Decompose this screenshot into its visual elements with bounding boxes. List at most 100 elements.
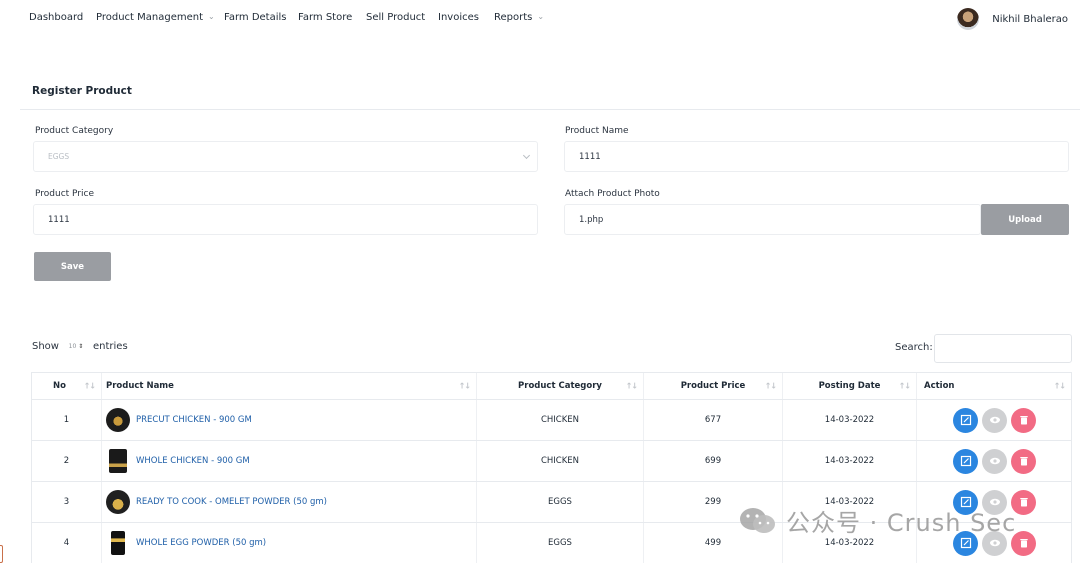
wechat-icon [740,507,775,533]
table-row: 2 WHOLE CHICKEN - 900 GM CHICKEN 699 14-… [31,441,1072,482]
th-posting-date-label: Posting Date [818,381,881,391]
product-category-label: Product Category [35,126,114,136]
cell-product-name: WHOLE EGG POWDER (50 gm) [101,523,476,563]
avatar [957,8,980,30]
edge-artifact [0,545,3,563]
nav-invoices-label: Invoices [438,12,479,23]
nav-farm-store-label: Farm Store [298,12,353,23]
top-navbar: Dashboard Product Management ⌄ Farm Detai… [0,0,1080,38]
edit-button[interactable] [953,448,978,474]
th-product-price-label: Product Price [680,381,746,391]
product-link[interactable]: WHOLE CHICKEN - 900 GM [136,456,250,466]
sort-icon: ↑↓ [625,381,638,391]
nav-dashboard-label: Dashboard [29,12,84,23]
product-name-input[interactable]: 1111 [564,141,1069,172]
delete-button[interactable] [1011,407,1036,433]
product-thumbnail [106,408,130,432]
product-price-value: 1111 [48,214,70,225]
nav-product-management[interactable]: Product Management ⌄ [96,12,215,23]
cell-category: EGGS [476,482,643,522]
product-price-label: Product Price [35,189,94,199]
nav-sell-product-label: Sell Product [366,12,426,23]
view-button[interactable] [982,448,1007,474]
cell-actions [916,400,1072,440]
nav-farm-store[interactable]: Farm Store [298,12,352,23]
cell-category: CHICKEN [476,441,643,481]
th-action-label: Action [924,381,955,391]
th-product-category-label: Product Category [518,381,602,391]
search-input[interactable] [934,334,1072,363]
edit-button[interactable] [953,407,978,433]
entries-select-value: 10 [68,342,77,350]
sort-icon: ↑↓ [458,381,471,391]
product-category-value: EGGS [48,152,70,161]
trash-icon [1019,457,1028,466]
eye-icon [989,539,1000,547]
cell-no: 2 [31,441,101,481]
product-link[interactable]: READY TO COOK - OMELET POWDER (50 gm) [136,497,327,507]
cell-product-name: WHOLE CHICKEN - 900 GM [101,441,476,481]
cell-no: 4 [31,523,101,563]
user-name: Nikhil Bhalerao [992,13,1068,25]
product-photo-label: Attach Product Photo [565,189,660,199]
cell-actions [916,441,1072,481]
save-button[interactable]: Save [34,252,111,281]
th-posting-date[interactable]: Posting Date ↑↓ [782,373,916,399]
product-category-select[interactable]: EGGS [33,141,538,172]
th-product-category[interactable]: Product Category ↑↓ [476,373,643,399]
nav-invoices[interactable]: Invoices [438,12,479,23]
trash-icon [1019,416,1028,425]
nav-sell-product[interactable]: Sell Product [366,12,425,23]
th-no-label: No [53,381,66,391]
card-title: Register Product [32,85,132,97]
upload-button[interactable]: Upload [981,204,1069,235]
cell-price: 699 [643,441,782,481]
sort-icon: ↑↓ [764,381,777,391]
watermark: 公众号 · Crush Sec [738,503,1016,538]
cell-price: 677 [643,400,782,440]
product-thumbnail [109,449,127,473]
product-name-label: Product Name [565,126,629,136]
entries-select[interactable]: 10 ⇕ [63,338,89,354]
edit-icon [960,455,971,467]
edit-icon [960,414,971,426]
show-label: Show [32,340,59,352]
cell-category: CHICKEN [476,400,643,440]
table-row: 1 PRECUT CHICKEN - 900 GM CHICKEN 677 14… [31,400,1072,441]
th-product-name[interactable]: Product Name ↑↓ [101,373,476,399]
nav-product-management-label: Product Management [96,12,204,23]
cell-no: 1 [31,400,101,440]
product-photo-input[interactable]: 1.php [564,204,981,235]
delete-button[interactable] [1011,448,1036,474]
table-header-row: No ↑↓ Product Name ↑↓ Product Category ↑↓ P… [31,372,1072,400]
product-link[interactable]: PRECUT CHICKEN - 900 GM [136,415,252,425]
cell-category: EGGS [476,523,643,563]
th-no[interactable]: No ↑↓ [31,373,101,399]
entries-label: entries [92,340,128,352]
cell-product-name: READY TO COOK - OMELET POWDER (50 gm) [101,482,476,522]
product-thumbnail [106,490,130,514]
watermark-text: 公众号 · Crush Sec [786,509,1017,537]
eye-icon [989,416,1000,424]
product-name-value: 1111 [579,151,601,162]
user-menu[interactable]: Nikhil Bhalerao [957,7,1068,31]
product-link[interactable]: WHOLE EGG POWDER (50 gm) [136,538,266,548]
cell-date: 14-03-2022 [782,400,916,440]
th-product-price[interactable]: Product Price ↑↓ [643,373,782,399]
cell-product-name: PRECUT CHICKEN - 900 GM [101,400,476,440]
nav-reports[interactable]: Reports ⌄ [494,12,544,23]
chevron-down-icon [522,151,531,160]
th-product-name-label: Product Name [106,381,174,391]
chevron-down-icon: ⌄ [537,12,545,21]
sort-icon: ↑↓ [83,381,96,391]
product-price-input[interactable]: 1111 [33,204,538,235]
th-action[interactable]: Action ↑↓ [916,373,1072,399]
trash-icon [1019,498,1028,507]
view-button[interactable] [982,407,1007,433]
search-label: Search: [895,342,933,353]
nav-farm-details[interactable]: Farm Details [224,12,287,23]
product-photo-filename: 1.php [579,214,604,225]
sort-updown-icon: ⇕ [78,342,84,350]
edit-icon [960,537,971,549]
nav-dashboard[interactable]: Dashboard [29,12,83,23]
